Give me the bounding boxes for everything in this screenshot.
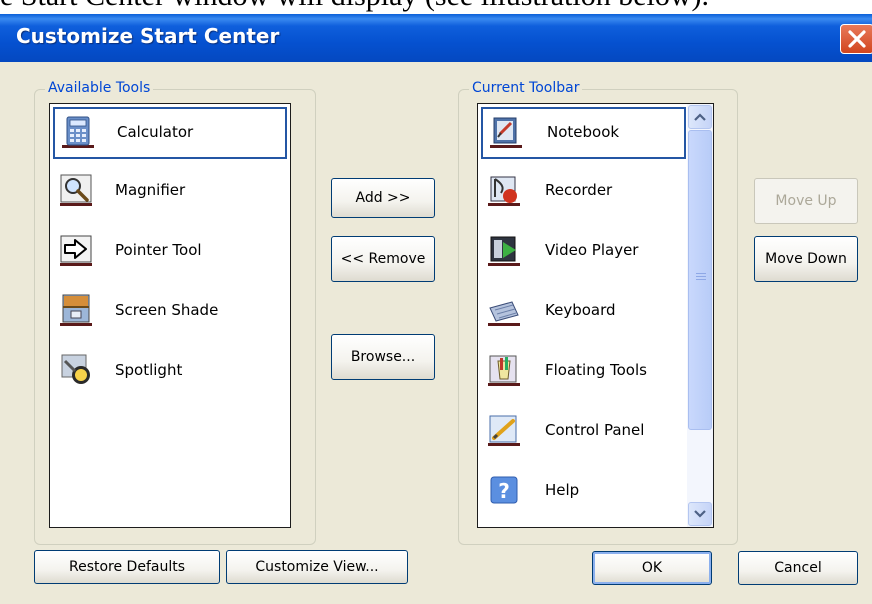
item-label: Calculator [117,123,194,141]
list-item-pointer-tool[interactable]: Pointer Tool [53,227,287,279]
magnifier-icon [59,173,93,207]
list-item-keyboard[interactable]: Keyboard [481,287,686,339]
screen-shade-icon [59,293,93,327]
list-item-screen-shade[interactable]: Screen Shade [53,287,287,339]
remove-button[interactable]: << Remove [331,236,435,282]
list-item-magnifier[interactable]: Magnifier [53,167,287,219]
item-label: Recorder [545,181,613,199]
recorder-icon [487,173,521,207]
move-up-button[interactable]: Move Up [754,178,858,224]
vertical-scrollbar[interactable] [687,104,713,527]
item-label: Magnifier [115,181,186,199]
video-player-icon [487,233,521,267]
list-item-spotlight[interactable]: Spotlight [53,347,287,399]
control-panel-icon [487,413,521,447]
scroll-up-button[interactable] [688,105,712,129]
item-label: Pointer Tool [115,241,202,259]
item-label: Spotlight [115,361,183,379]
list-item-recorder[interactable]: Recorder [481,167,686,219]
scroll-down-button[interactable] [688,502,712,526]
title-bar[interactable]: Customize Start Center [0,14,872,62]
move-down-button[interactable]: Move Down [754,236,858,282]
item-label: Control Panel [545,421,645,439]
spotlight-icon [59,353,93,387]
notebook-icon [489,115,523,149]
close-button[interactable] [840,24,872,54]
thumb-grip [696,279,706,280]
item-label: Help [545,481,580,499]
restore-defaults-button[interactable]: Restore Defaults [34,550,220,584]
calculator-icon [61,115,95,149]
customize-start-center-dialog: Customize Start Center Available Tools C… [0,14,872,604]
help-icon: ? [487,473,521,507]
thumb-grip [696,273,706,274]
item-label: Notebook [547,123,620,141]
cancel-button[interactable]: Cancel [738,551,858,585]
floating-tools-icon [487,353,521,387]
scroll-thumb[interactable] [688,130,712,430]
document-caption-text: e Start Center window will display (see … [0,0,872,14]
list-item-control-panel[interactable]: Control Panel [481,407,686,459]
customize-view-button[interactable]: Customize View... [226,550,408,584]
item-label: Screen Shade [115,301,219,319]
list-item-video-player[interactable]: Video Player [481,227,686,279]
available-tools-label: Available Tools [45,80,154,96]
add-button[interactable]: Add >> [331,178,435,218]
pointer-tool-icon [59,233,93,267]
item-label: Keyboard [545,301,616,319]
list-item-help[interactable]: ? Help [481,467,686,519]
browse-button[interactable]: Browse... [331,334,435,380]
available-tools-list[interactable]: Calculator Magnifier Pointer Tool Screen… [49,103,291,528]
window-title: Customize Start Center [16,24,280,48]
current-toolbar-list[interactable]: Notebook Recorder Video Player Keyboard … [477,103,714,528]
current-toolbar-label: Current Toolbar [469,80,583,96]
svg-text:?: ? [498,479,510,503]
list-item-notebook[interactable]: Notebook [481,107,686,159]
ok-button[interactable]: OK [592,551,712,585]
thumb-grip [696,276,706,277]
list-item-calculator[interactable]: Calculator [53,107,287,159]
item-label: Video Player [545,241,639,259]
item-label: Floating Tools [545,361,647,379]
keyboard-icon [487,293,521,327]
list-item-floating-tools[interactable]: Floating Tools [481,347,686,399]
